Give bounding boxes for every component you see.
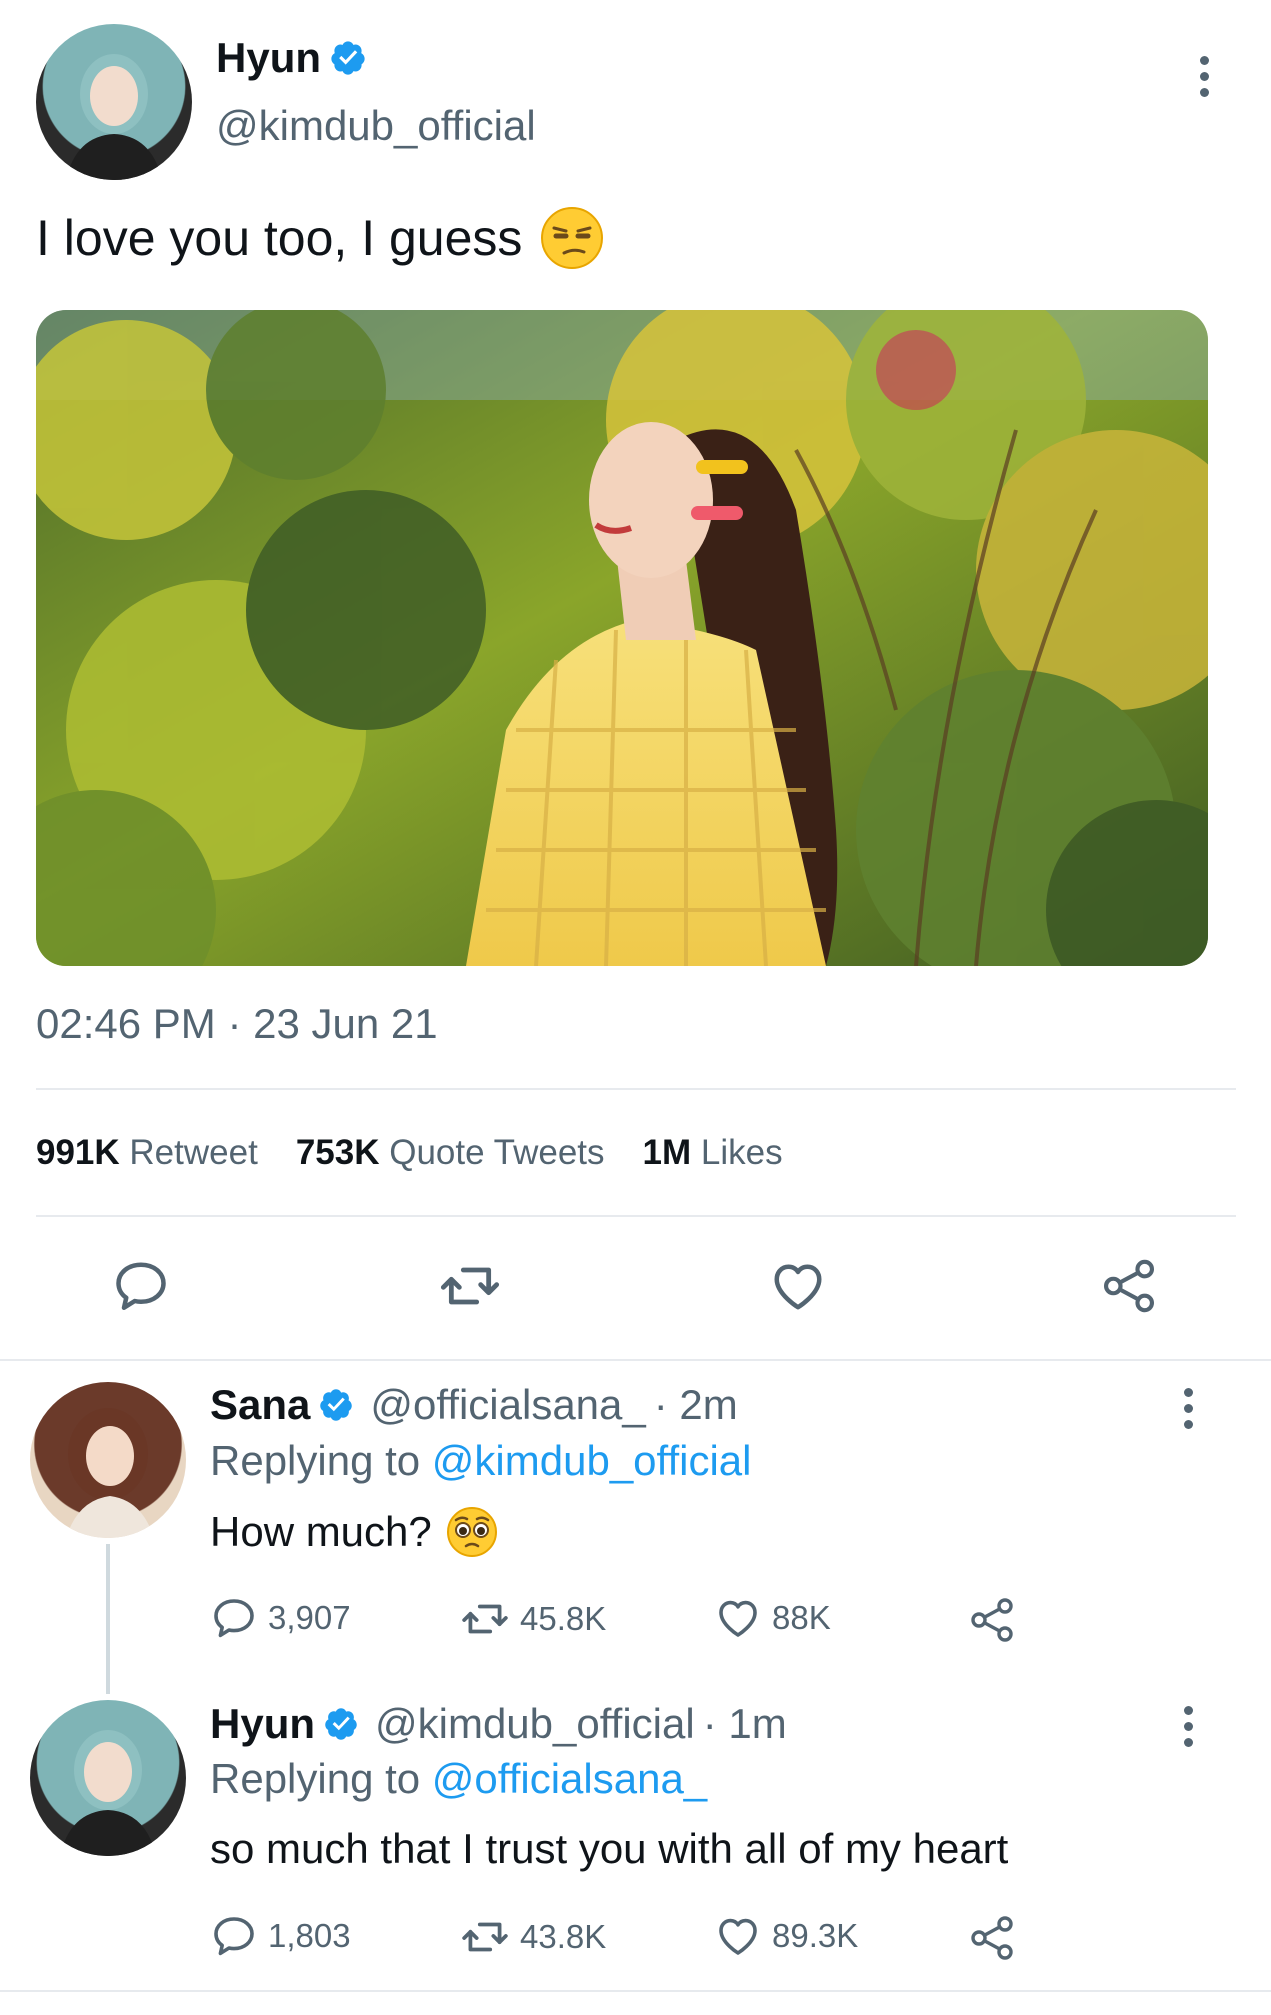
avatar-portrait	[66, 54, 162, 180]
reply1-avatar[interactable]	[30, 1382, 186, 1538]
tweet-photo[interactable]	[36, 310, 1208, 966]
main-author-name[interactable]: Hyun	[216, 34, 321, 82]
retweet-icon	[460, 1594, 510, 1644]
reply2-retweet-action[interactable]: 43.8K	[460, 1912, 606, 1962]
divider-bottom	[36, 1215, 1236, 1217]
reply2-like-count: 89.3K	[772, 1917, 859, 1954]
like-heart-icon	[714, 1594, 762, 1642]
reply1-handle[interactable]: @officialsana_	[370, 1381, 645, 1429]
reply1-replying-prefix: Replying to	[210, 1437, 421, 1484]
reply2-author-name[interactable]: Hyun	[210, 1700, 315, 1748]
avatar-portrait	[60, 1730, 156, 1856]
reply2-replying-line: Replying to @officialsana_	[210, 1755, 707, 1803]
reply1-header: Sana @officialsana_ · 2m	[210, 1381, 738, 1429]
reply2-retweet-count: 43.8K	[520, 1918, 607, 1955]
main-tweet-text: I love you too, I guess	[36, 210, 523, 266]
likes-count: 1M	[642, 1133, 692, 1172]
reply1-text-row: How much?	[210, 1506, 498, 1558]
retweets-stat[interactable]: 991K Retweet	[36, 1133, 258, 1173]
reply1-like-count: 88K	[772, 1599, 831, 1636]
reply1-more-options-icon[interactable]	[1184, 1388, 1193, 1429]
quotes-label: Quote Tweets	[389, 1133, 605, 1172]
reply1-reply-count: 3,907	[268, 1599, 351, 1636]
main-more-options-icon[interactable]	[1200, 56, 1209, 97]
reply1-retweet-count: 45.8K	[520, 1600, 607, 1637]
reply2-more-options-icon[interactable]	[1184, 1706, 1193, 1747]
likes-label: Likes	[700, 1133, 783, 1172]
likes-stat[interactable]: 1M Likes	[643, 1133, 783, 1173]
reply1-text: How much?	[210, 1508, 432, 1555]
divider-top	[36, 1088, 1236, 1090]
reply-icon	[210, 1912, 258, 1960]
avatar-portrait	[66, 1408, 154, 1538]
main-author-avatar[interactable]	[36, 24, 192, 180]
reply2-time[interactable]: · 1m	[703, 1700, 787, 1748]
verified-badge-icon	[323, 1706, 359, 1742]
reply1-like-action[interactable]: 88K	[714, 1594, 831, 1642]
quotes-count: 753K	[295, 1133, 380, 1172]
reply2-handle[interactable]: @kimdub_official	[375, 1700, 695, 1748]
quotes-stat[interactable]: 753K Quote Tweets	[296, 1133, 605, 1173]
like-heart-icon	[714, 1912, 762, 1960]
reply2-replying-prefix: Replying to	[210, 1755, 421, 1802]
reply1-author-name[interactable]: Sana	[210, 1381, 310, 1429]
reply1-time[interactable]: · 2m	[654, 1381, 738, 1429]
reply2-text: so much that I trust you with all of my …	[210, 1825, 1009, 1872]
main-tweet-text-row: I love you too, I guess	[36, 206, 604, 270]
share-icon[interactable]	[1100, 1257, 1158, 1315]
retweet-icon[interactable]	[438, 1254, 502, 1318]
reply1-replying-to-link[interactable]: @kimdub_official	[432, 1437, 752, 1484]
thread-connector	[106, 1544, 110, 1694]
unamused-face-icon	[541, 207, 604, 269]
verified-badge-icon	[318, 1387, 354, 1423]
reply2-header: Hyun @kimdub_official · 1m	[210, 1700, 787, 1748]
reply1-share-icon[interactable]	[968, 1596, 1016, 1644]
pleading-face-icon	[446, 1507, 497, 1557]
reply2-replying-to-link[interactable]: @officialsana_	[432, 1755, 707, 1802]
reply1-retweet-action[interactable]: 45.8K	[460, 1594, 606, 1644]
main-author-header: Hyun @kimdub_official	[216, 34, 536, 150]
section-divider	[0, 1359, 1271, 1361]
retweet-icon	[460, 1912, 510, 1962]
reply1-reply-action[interactable]: 3,907	[210, 1594, 351, 1642]
verified-badge-icon	[329, 39, 367, 77]
photo-woman-in-foliage	[36, 310, 1208, 966]
reply2-reply-count: 1,803	[268, 1917, 351, 1954]
retweets-label: Retweet	[129, 1133, 258, 1172]
main-author-handle[interactable]: @kimdub_official	[216, 102, 536, 150]
reply-icon[interactable]	[111, 1256, 171, 1316]
retweets-count: 991K	[36, 1133, 120, 1172]
reply1-replying-line: Replying to @kimdub_official	[210, 1437, 751, 1485]
tweet-timestamp[interactable]: 02:46 PM · 23 Jun 21	[36, 1000, 438, 1048]
reply2-avatar[interactable]	[30, 1700, 186, 1856]
reply-icon	[210, 1594, 258, 1642]
reply2-share-icon[interactable]	[968, 1914, 1016, 1962]
reply2-reply-action[interactable]: 1,803	[210, 1912, 351, 1960]
bottom-divider	[0, 1990, 1271, 1992]
like-heart-icon[interactable]	[768, 1256, 828, 1316]
reply2-like-action[interactable]: 89.3K	[714, 1912, 858, 1960]
engagement-stats: 991K Retweet 753K Quote Tweets 1M Likes	[36, 1133, 783, 1173]
